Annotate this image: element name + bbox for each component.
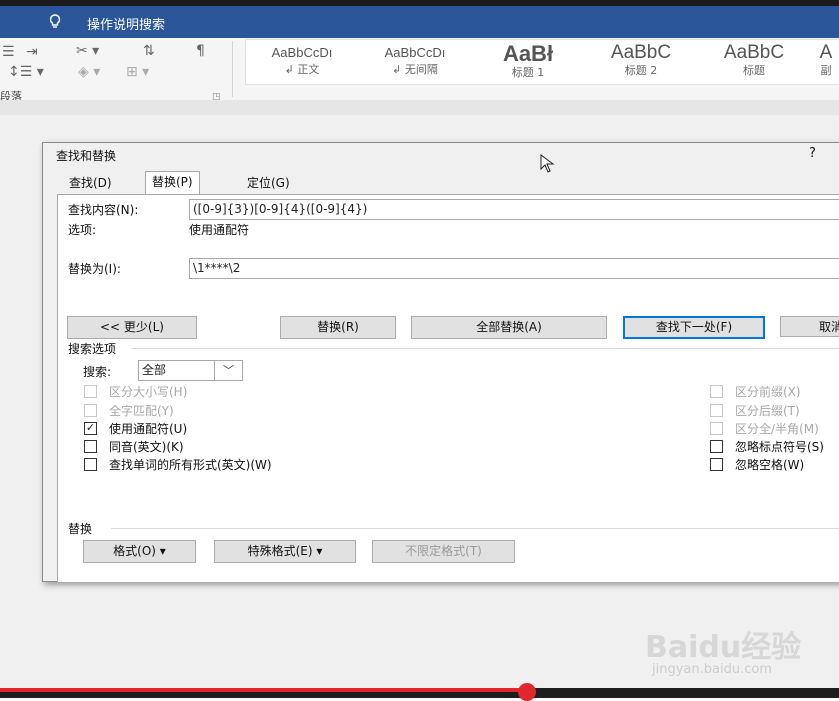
style-title[interactable]: AaBbC 标题	[698, 40, 810, 84]
match-suffix-checkbox[interactable]	[710, 404, 723, 417]
search-options-title: 搜索选项	[68, 342, 117, 356]
style-sample: A	[819, 42, 833, 63]
chevron-down-icon[interactable]: ﹀	[214, 360, 243, 381]
style-subtitle[interactable]: A 副	[811, 40, 839, 84]
no-formatting-button[interactable]: 不限定格式(T)	[372, 540, 515, 563]
style-no-spacing[interactable]: AaBbCcDı ↲ 无间隔	[359, 40, 471, 84]
style-name: 标题 1	[511, 66, 545, 79]
format-button[interactable]: 格式(O) ▾	[83, 540, 196, 563]
search-direction-label: 搜索:	[83, 365, 112, 379]
title-bar-top-strip	[0, 0, 839, 6]
tab-goto[interactable]: 定位(G)	[241, 173, 296, 193]
ribbon-divider	[232, 41, 233, 97]
find-what-input[interactable]: ([0-9]{3})[0-9]{4}([0-9]{4})	[189, 199, 839, 220]
line-spacing-icon[interactable]: ↕☰ ▾	[8, 64, 44, 80]
all-word-forms-label: 查找单词的所有形式(英文)(W)	[109, 458, 272, 472]
style-normal[interactable]: AaBbCcDı ↲ 正文	[246, 40, 358, 84]
match-case-checkbox[interactable]	[84, 385, 97, 398]
use-wildcards-checkbox[interactable]: ✓	[84, 422, 97, 435]
replace-with-input[interactable]: \1****\2	[189, 258, 839, 279]
mouse-cursor-icon	[540, 154, 555, 173]
separator	[111, 528, 839, 529]
tell-me-search[interactable]: 操作说明搜索	[87, 14, 165, 33]
video-progress-handle[interactable]	[518, 683, 536, 701]
find-replace-dialog: 查找和替换 ? 查找(D) 替换(P) 定位(G) 查找内容(N): ([0-9…	[42, 142, 839, 582]
tab-replace[interactable]: 替换(P)	[145, 171, 200, 196]
special-button[interactable]: 特殊格式(E) ▾	[214, 540, 356, 563]
align-justify-icon[interactable]: ☰	[2, 44, 15, 60]
dialog-title: 查找和替换	[56, 149, 117, 163]
replace-section-title: 替换	[68, 522, 93, 536]
baidu-watermark-logo: Baidu经验	[645, 630, 802, 665]
cancel-button[interactable]: 取消	[780, 316, 839, 337]
lightbulb-icon[interactable]	[47, 13, 63, 29]
styles-gallery: AaBbCcDı ↲ 正文 AaBbCcDı ↲ 无间隔 AaBł 标题 1 A…	[245, 39, 839, 85]
borders-icon[interactable]: ⊞ ▾	[126, 64, 149, 80]
replace-with-label: 替换为(I):	[68, 262, 121, 276]
ignore-punctuation-label: 忽略标点符号(S)	[735, 440, 824, 454]
whole-word-checkbox[interactable]	[84, 404, 97, 417]
video-progress-fill[interactable]	[0, 688, 527, 692]
tab-find[interactable]: 查找(D)	[63, 173, 118, 193]
distributed-icon[interactable]: ⇥	[26, 44, 38, 60]
style-name: ↲ 无间隔	[392, 63, 438, 76]
match-prefix-checkbox[interactable]	[710, 385, 723, 398]
sounds-like-label: 同音(英文)(K)	[109, 440, 184, 454]
use-wildcards-label: 使用通配符(U)	[109, 422, 188, 436]
baidu-watermark-url: jingyan.baidu.com	[652, 662, 772, 677]
match-width-label: 区分全/半角(M)	[735, 422, 819, 436]
style-sample: AaBbC	[723, 42, 785, 63]
sounds-like-checkbox[interactable]	[84, 440, 97, 453]
replace-all-button[interactable]: 全部替换(A)	[411, 316, 607, 339]
ignore-whitespace-label: 忽略空格(W)	[735, 458, 805, 472]
style-heading-1[interactable]: AaBł 标题 1	[472, 40, 584, 84]
style-name: 标题 2	[624, 64, 658, 77]
whole-word-label: 全字匹配(Y)	[109, 404, 174, 418]
search-direction-select[interactable]: 全部	[138, 360, 215, 381]
style-heading-2[interactable]: AaBbC 标题 2	[585, 40, 697, 84]
show-marks-icon[interactable]: ¶	[196, 43, 205, 59]
replace-button[interactable]: 替换(R)	[280, 316, 396, 339]
options-label: 选项:	[68, 223, 97, 237]
match-width-checkbox[interactable]	[710, 422, 723, 435]
find-what-label: 查找内容(N):	[68, 203, 139, 217]
help-button[interactable]: ?	[809, 146, 816, 161]
find-next-button[interactable]: 查找下一处(F)	[623, 316, 765, 339]
shading-icon[interactable]: ◈ ▾	[78, 64, 100, 80]
document-shade	[0, 100, 839, 115]
ignore-punctuation-checkbox[interactable]	[710, 440, 723, 453]
search-direction-value: 全部	[142, 363, 167, 377]
less-button[interactable]: << 更少(L)	[67, 316, 197, 339]
style-name: ↲ 正文	[284, 63, 320, 76]
style-name: 副	[820, 64, 832, 77]
style-sample: AaBbC	[610, 42, 672, 63]
style-sample: AaBbCcDı	[271, 45, 333, 60]
ignore-whitespace-checkbox[interactable]	[710, 458, 723, 471]
match-prefix-label: 区分前缀(X)	[735, 385, 801, 399]
style-sample: AaBbCcDı	[384, 45, 446, 60]
sort-icon[interactable]: ⇅	[143, 43, 155, 59]
all-word-forms-checkbox[interactable]	[84, 458, 97, 471]
options-value: 使用通配符	[189, 223, 250, 237]
chinese-layout-icon[interactable]: ✂ ▾	[76, 43, 99, 59]
match-case-label: 区分大小写(H)	[109, 385, 188, 399]
match-suffix-label: 区分后缀(T)	[735, 404, 800, 418]
separator	[131, 348, 839, 349]
style-name: 标题	[743, 64, 765, 77]
